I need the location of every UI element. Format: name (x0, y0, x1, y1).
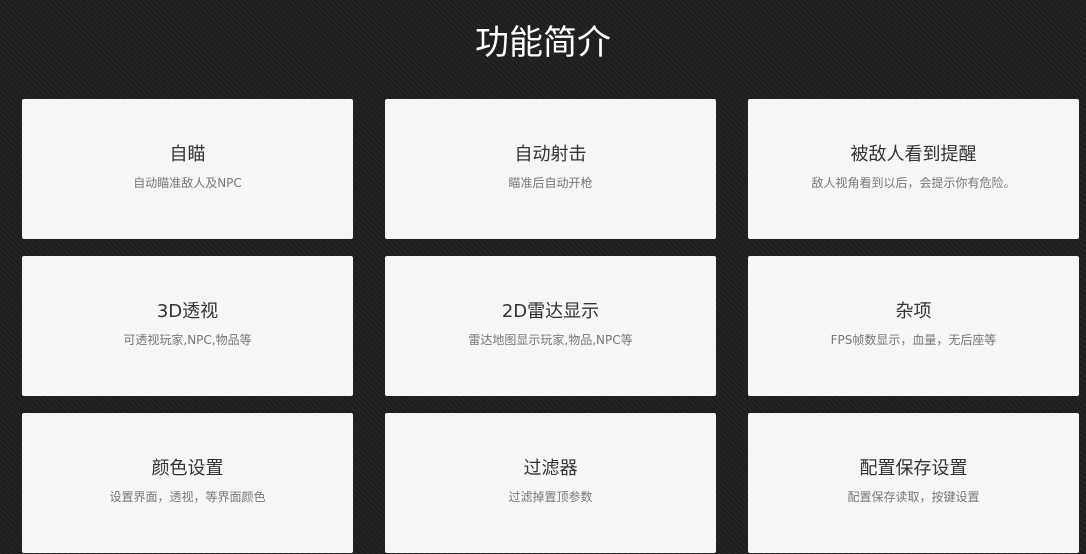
feature-card-2d-radar[interactable]: 2D雷达显示 雷达地图显示玩家,物品,NPC等 (385, 256, 716, 396)
feature-card-spotted-alert[interactable]: 被敌人看到提醒 敌人视角看到以后，会提示你有危险。 (748, 99, 1079, 239)
feature-description: FPS帧数显示，血量，无后座等 (830, 333, 997, 347)
feature-title: 3D透视 (156, 301, 219, 322)
feature-description: 敌人视角看到以后，会提示你有危险。 (811, 176, 1016, 190)
feature-description: 过滤掉置顶参数 (508, 490, 593, 504)
feature-card-aimbot[interactable]: 自瞄 自动瞄准敌人及NPC (22, 99, 353, 239)
feature-card-config-save[interactable]: 配置保存设置 配置保存读取，按键设置 (748, 413, 1079, 553)
feature-description: 配置保存读取，按键设置 (847, 490, 980, 504)
feature-description: 设置界面，透视，等界面颜色 (109, 490, 266, 504)
feature-card-filter[interactable]: 过滤器 过滤掉置顶参数 (385, 413, 716, 553)
feature-card-color-settings[interactable]: 颜色设置 设置界面，透视，等界面颜色 (22, 413, 353, 553)
feature-title: 2D雷达显示 (501, 301, 600, 322)
feature-grid: 自瞄 自动瞄准敌人及NPC 自动射击 瞄准后自动开枪 被敌人看到提醒 敌人视角看… (22, 99, 1079, 553)
feature-card-misc[interactable]: 杂项 FPS帧数显示，血量，无后座等 (748, 256, 1079, 396)
feature-title: 自瞄 (169, 144, 206, 165)
feature-description: 瞄准后自动开枪 (508, 176, 593, 190)
feature-description: 自动瞄准敌人及NPC (133, 176, 242, 190)
feature-description: 可透视玩家,NPC,物品等 (123, 333, 252, 347)
feature-title: 自动射击 (514, 144, 587, 165)
feature-title: 被敌人看到提醒 (850, 144, 977, 165)
feature-description: 雷达地图显示玩家,物品,NPC等 (468, 333, 633, 347)
feature-card-3d-esp[interactable]: 3D透视 可透视玩家,NPC,物品等 (22, 256, 353, 396)
section-title: 功能简介 (475, 23, 611, 63)
feature-card-auto-fire[interactable]: 自动射击 瞄准后自动开枪 (385, 99, 716, 239)
feature-title: 配置保存设置 (859, 458, 968, 479)
feature-title: 过滤器 (523, 458, 578, 479)
feature-title: 杂项 (895, 301, 932, 322)
feature-title: 颜色设置 (151, 458, 224, 479)
